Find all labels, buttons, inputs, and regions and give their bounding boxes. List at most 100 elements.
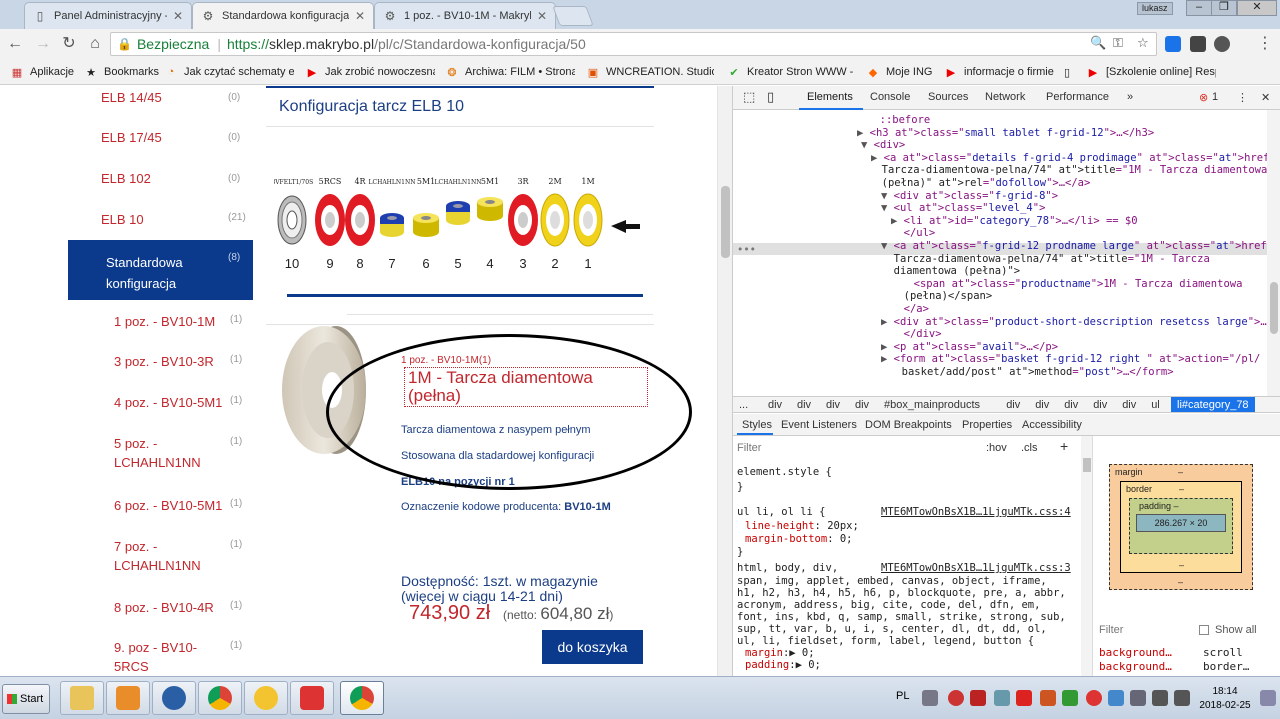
dom-node-line[interactable]: ▶ <li at">id="category_78">…</li> == $0 — [891, 215, 1138, 228]
computed-filter-input[interactable]: Filter — [1099, 624, 1123, 636]
dom-breadcrumb-item[interactable]: div — [826, 399, 840, 411]
restore-button[interactable]: ❐ — [1211, 0, 1237, 16]
computed-row[interactable]: background… scroll — [1099, 646, 1243, 659]
bookmark-film[interactable]: ❂ Archiwa: FILM • Strona — [445, 63, 575, 81]
style-rule-line[interactable]: acronym, address, big, cite, code, del, … — [737, 599, 1040, 611]
star-icon[interactable]: ☆ — [1137, 35, 1149, 51]
scrollbar-thumb[interactable] — [721, 186, 730, 258]
subtab-accessibility[interactable]: Accessibility — [1022, 419, 1082, 431]
style-rule-line[interactable]: h1, h2, h3, h4, h5, h6, p, blockquote, p… — [737, 587, 1066, 599]
dom-node-line[interactable]: ▶ <div at">class="product-short-descript… — [881, 316, 1267, 329]
forward-icon[interactable]: → — [32, 34, 54, 54]
computed-row[interactable]: background… border… — [1099, 660, 1249, 673]
key-icon[interactable]: ⚿ — [1113, 35, 1123, 51]
dom-breadcrumb-item[interactable]: div — [1035, 399, 1049, 411]
styles-scrollbar[interactable] — [1081, 436, 1093, 676]
style-rule-line[interactable]: line-height: 20px; — [745, 520, 859, 532]
dom-node-line[interactable]: (pełna)" at">rel="dofollow">…</a> — [869, 177, 1091, 190]
bookmark-ing[interactable]: ◆ Moje ING — [866, 63, 933, 81]
show-all-checkbox[interactable] — [1199, 625, 1209, 635]
tab-product[interactable]: ⚙ 1 poz. - BV10-1M - Makrybo ✕ — [374, 2, 556, 29]
style-rule-line[interactable]: margin:▶ 0; — [745, 647, 815, 659]
dom-breadcrumb-item[interactable]: ul — [1151, 399, 1160, 411]
taskbar-bulb[interactable] — [244, 681, 288, 715]
dom-breadcrumb-item[interactable]: ... — [739, 399, 748, 411]
close-icon[interactable]: ✕ — [537, 9, 547, 23]
dom-breadcrumb-active[interactable]: li#category_78 — [1171, 397, 1255, 412]
subtab-properties[interactable]: Properties — [962, 419, 1012, 431]
devtools-menu-icon[interactable]: ⋮ — [1237, 91, 1248, 104]
tab-performance[interactable]: Performance — [1046, 91, 1109, 103]
subtab-styles[interactable]: Styles — [742, 419, 772, 431]
dom-node-line[interactable]: ▶ <a at">class="details f-grid-4 prodima… — [871, 152, 1267, 165]
bookmark-firm-info[interactable]: ▶ informacje o firmie — [944, 63, 1054, 81]
tab-elements[interactable]: Elements — [807, 91, 853, 103]
scrollbar-thumb[interactable] — [1270, 282, 1278, 334]
style-rule-line[interactable]: font, ins, kbd, q, samp, small, strike, … — [737, 611, 1066, 623]
add-rule-button[interactable]: + — [1060, 439, 1068, 453]
language-indicator[interactable]: PL — [896, 690, 909, 702]
dom-breadcrumb-item[interactable]: #box_mainproducts — [884, 399, 980, 411]
dom-node-line[interactable]: (pełna)</span> — [891, 290, 993, 303]
style-rule-line[interactable]: margin-bottom: 0; — [745, 533, 852, 545]
subcategory-5[interactable]: 5 poz. - LCHAHLN1NN — [114, 434, 201, 472]
zoom-icon[interactable]: 🔍 — [1090, 35, 1106, 51]
extension-icon-shield[interactable] — [1190, 36, 1206, 52]
hover-toggle[interactable]: :hov — [986, 442, 1007, 454]
dom-node-line[interactable]: ::before — [867, 114, 931, 127]
back-icon[interactable]: ← — [4, 34, 26, 54]
style-source-link[interactable]: MTE6MTowOnBsX1B…1LjguMTk.css:4 — [881, 506, 1071, 518]
app-tray-icon[interactable] — [1108, 690, 1124, 706]
inspect-icon[interactable]: ⬚ — [743, 89, 755, 105]
show-desktop-icon[interactable] — [1260, 690, 1276, 706]
keyboard-icon[interactable] — [922, 690, 938, 706]
dom-node-line[interactable]: <span at">class="productname">1M - Tarcz… — [901, 278, 1243, 291]
dom-node-line[interactable]: ▶ <form at">class="basket f-grid-12 righ… — [881, 353, 1260, 366]
menu-icon[interactable]: ⋮ — [1254, 34, 1276, 54]
style-rule-line[interactable]: span, img, applet, embed, canvas, object… — [737, 575, 1047, 587]
page-scrollbar[interactable] — [717, 86, 732, 676]
dom-breadcrumb-item[interactable]: div — [1006, 399, 1020, 411]
scrollbar-thumb[interactable] — [1083, 458, 1091, 472]
subcategory-7[interactable]: 7 poz. - LCHAHLN1NN — [114, 537, 201, 575]
styles-filter-input[interactable]: Filter — [737, 442, 761, 454]
adobe-icon[interactable] — [1016, 690, 1032, 706]
dom-node-line[interactable]: ▶ <h3 at">class="small tablet f-grid-12"… — [857, 127, 1154, 140]
dom-node-line[interactable]: </div> — [891, 328, 942, 341]
dom-node-line[interactable]: Tarcza-diamentowa-pelna/74" at">title="1… — [869, 164, 1267, 177]
dom-node-line[interactable]: diamentowa (pełna)"> — [881, 265, 1020, 278]
subcategory-4[interactable]: 4 poz. - BV10-5M1 — [114, 393, 224, 412]
bookmark-document[interactable]: ▯ — [1060, 63, 1080, 81]
styles-pane[interactable]: Filter :hov .cls + element.style {} ul li… — [733, 436, 1081, 676]
error-icon[interactable]: ⊗ — [1199, 91, 1208, 104]
category-elb-17-45[interactable]: ELB 17/45 — [101, 130, 162, 145]
taskbar-chrome-active[interactable] — [340, 681, 384, 715]
style-rule-line[interactable]: sup, tt, var, b, u, i, s, center, dl, dt… — [737, 623, 1047, 635]
tab-network[interactable]: Network — [985, 91, 1025, 103]
subtab-dom-breakpoints[interactable]: DOM Breakpoints — [865, 419, 952, 431]
dom-node-line[interactable]: </a> — [891, 303, 929, 316]
start-button[interactable]: Start — [2, 684, 50, 714]
elements-tree[interactable]: ••• ::before ▶ <h3 at">class="small table… — [733, 110, 1267, 396]
dom-breadcrumb-item[interactable]: div — [1122, 399, 1136, 411]
signal-icon[interactable] — [1152, 690, 1168, 706]
dom-node-line[interactable]: ▼ <div at">class="f-grid-8"> — [881, 190, 1058, 203]
tab-console[interactable]: Console — [870, 91, 910, 103]
style-source-link[interactable]: MTE6MTowOnBsX1B…1LjguMTk.css:3 — [881, 562, 1071, 574]
bookmark-schematics[interactable]: ◔ Jak czytać schematy ele — [164, 63, 294, 81]
add-to-cart-button[interactable]: do koszyka — [542, 630, 643, 664]
style-rule-line[interactable]: } — [737, 481, 743, 493]
dom-node-line[interactable]: Tarcza-diamentowa-pelna/74" at">title="1… — [881, 253, 1210, 266]
home-icon[interactable]: ⌂ — [84, 34, 106, 54]
taskbar-media[interactable] — [106, 681, 150, 715]
dom-node-line[interactable]: basket/add/post" at">method="post">…</fo… — [889, 366, 1174, 379]
device-toolbar-icon[interactable]: ▯ — [767, 89, 774, 105]
minimize-button[interactable]: – — [1186, 0, 1212, 16]
subcategory-8[interactable]: 8 poz. - BV10-4R — [114, 598, 224, 617]
category-elb-102[interactable]: ELB 102 — [101, 171, 151, 186]
extension-icon-blue[interactable] — [1165, 36, 1181, 52]
class-toggle[interactable]: .cls — [1021, 442, 1038, 454]
power-icon[interactable] — [1174, 690, 1190, 706]
dom-breadcrumb-item[interactable]: div — [1064, 399, 1078, 411]
style-rule-line[interactable]: ul, li, fieldset, form, label, legend, b… — [737, 635, 1034, 647]
